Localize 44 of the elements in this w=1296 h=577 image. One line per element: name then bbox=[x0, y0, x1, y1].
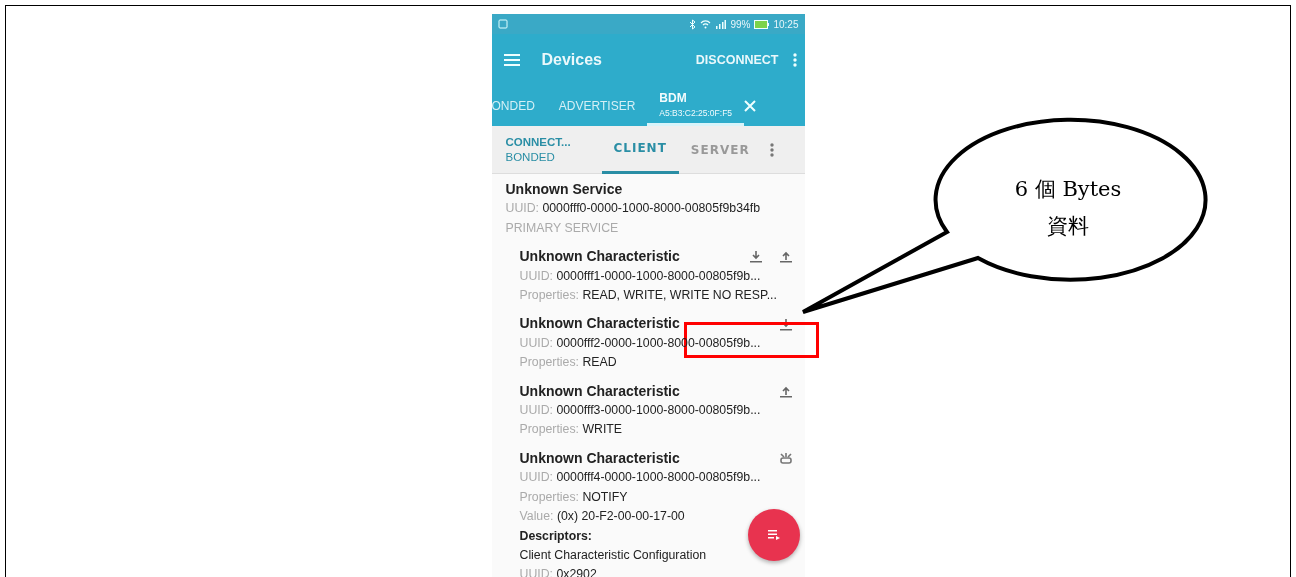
toolbar-title: Devices bbox=[541, 50, 602, 70]
device-tab[interactable]: ONDED bbox=[491, 86, 547, 126]
characteristic-name: Unknown Characteristic bbox=[519, 247, 680, 267]
descriptor-name: Client Characteristic Configuration bbox=[519, 546, 707, 564]
characteristic-uuid: UUID: 0000fff1-0000-1000-8000-00805f9b... bbox=[519, 267, 761, 285]
characteristic-name: Unknown Characteristic bbox=[519, 448, 680, 468]
view-tab[interactable]: CLIENT bbox=[601, 125, 679, 174]
connection-state: CONNECT... bbox=[505, 134, 572, 150]
download-icon[interactable] bbox=[748, 250, 763, 264]
callout-text: 6 個 Bytes bbox=[1014, 177, 1122, 201]
upload-icon[interactable] bbox=[778, 250, 793, 264]
close-icon[interactable] bbox=[744, 100, 757, 112]
characteristic-name: Unknown Characteristic bbox=[519, 314, 680, 334]
wifi-icon bbox=[700, 19, 712, 29]
characteristic-properties: Properties: READ bbox=[519, 354, 617, 372]
characteristic-properties: Properties: WRITE bbox=[519, 421, 622, 439]
service-type: PRIMARY SERVICE bbox=[505, 219, 619, 237]
view-tab[interactable]: SERVER bbox=[678, 125, 762, 174]
service-name: Unknown Service bbox=[505, 180, 623, 199]
signal-icon bbox=[715, 19, 727, 29]
characteristic-name: Unknown Characteristic bbox=[519, 381, 680, 401]
characteristic-uuid: UUID: 0000fff3-0000-1000-8000-00805f9b... bbox=[519, 402, 761, 420]
download-icon[interactable] bbox=[778, 317, 793, 331]
battery-icon bbox=[754, 19, 770, 29]
status-time: 10:25 bbox=[773, 17, 799, 32]
more-icon[interactable] bbox=[792, 53, 797, 67]
characteristic-properties: Properties: NOTIFY bbox=[519, 488, 628, 506]
characteristic-properties: Properties: READ, WRITE, WRITE NO RESP... bbox=[519, 287, 777, 305]
more-icon[interactable] bbox=[769, 142, 774, 157]
callout-text: 資料 bbox=[1047, 214, 1089, 238]
device-tab[interactable]: ADVERTISER bbox=[546, 86, 648, 126]
descriptors-heading: Descriptors: bbox=[519, 527, 592, 545]
bond-state: BONDED bbox=[505, 149, 556, 165]
notify-icon[interactable] bbox=[778, 452, 793, 466]
bluetooth-icon bbox=[689, 18, 697, 30]
list-icon bbox=[768, 530, 780, 540]
disconnect-button[interactable]: DISCONNECT bbox=[695, 50, 779, 70]
sim-icon bbox=[497, 19, 508, 29]
service-uuid: UUID: 0000fff0-0000-1000-8000-00805f9b34fb bbox=[505, 200, 761, 218]
characteristic-uuid: UUID: 0000fff4-0000-1000-8000-00805f9b... bbox=[519, 469, 761, 487]
menu-icon[interactable] bbox=[503, 54, 520, 66]
battery-percent: 99% bbox=[730, 17, 751, 32]
characteristic-value: Value: (0x) 20-F2-00-00-17-00 bbox=[519, 508, 685, 526]
upload-icon[interactable] bbox=[778, 384, 793, 398]
